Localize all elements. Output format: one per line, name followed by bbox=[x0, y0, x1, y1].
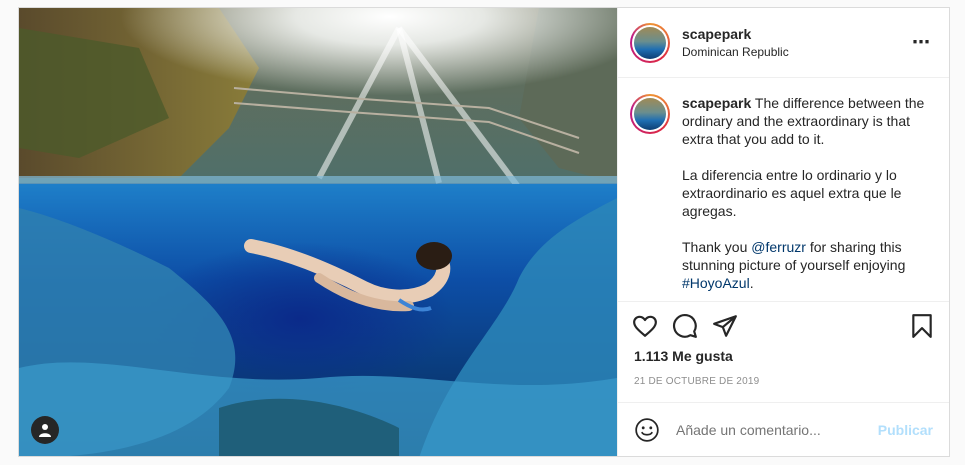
comment-icon[interactable] bbox=[672, 313, 698, 339]
header-text: scapepark Dominican Republic bbox=[682, 26, 908, 59]
caption-text: scapepark The difference between the ord… bbox=[682, 94, 935, 301]
user-icon bbox=[39, 424, 51, 437]
instagram-post: scapepark Dominican Republic ⋯ scapepark… bbox=[18, 7, 950, 457]
comment-input[interactable] bbox=[674, 420, 878, 439]
post-header: scapepark Dominican Republic ⋯ bbox=[618, 8, 949, 78]
likes-count[interactable]: 1.113 Me gusta bbox=[618, 348, 949, 364]
more-options-icon[interactable]: ⋯ bbox=[908, 28, 935, 57]
post-sidebar: scapepark Dominican Republic ⋯ scapepark… bbox=[617, 8, 949, 456]
heart-icon[interactable] bbox=[632, 313, 658, 339]
smiley-icon[interactable] bbox=[634, 417, 660, 443]
tagged-user-button[interactable] bbox=[31, 416, 59, 444]
caption-line-3-prefix: Thank you bbox=[682, 239, 752, 255]
caption: scapepark The difference between the ord… bbox=[630, 94, 935, 301]
avatar bbox=[634, 98, 666, 130]
bookmark-icon[interactable] bbox=[909, 313, 935, 339]
action-bar bbox=[618, 302, 949, 350]
post-date[interactable]: 21 DE OCTUBRE DE 2019 bbox=[618, 364, 949, 387]
caption-line-2: La diferencia entre lo ordinario y lo ex… bbox=[682, 167, 902, 219]
post-image[interactable] bbox=[19, 8, 617, 456]
caption-username[interactable]: scapepark bbox=[682, 95, 751, 111]
mention-link[interactable]: @ferruzr bbox=[751, 239, 806, 255]
story-ring-avatar[interactable] bbox=[630, 22, 670, 63]
comments-area: scapepark The difference between the ord… bbox=[618, 78, 949, 302]
caption-avatar[interactable] bbox=[630, 94, 670, 134]
caption-line-3-suffix: . bbox=[749, 275, 754, 291]
publish-button[interactable]: Publicar bbox=[878, 422, 933, 438]
add-comment-bar: Publicar bbox=[618, 402, 949, 456]
send-icon[interactable] bbox=[712, 313, 738, 339]
hashtag-link[interactable]: #HoyoAzul bbox=[682, 275, 750, 291]
avatar bbox=[634, 26, 666, 59]
header-username[interactable]: scapepark bbox=[682, 26, 908, 42]
header-location[interactable]: Dominican Republic bbox=[682, 45, 908, 59]
